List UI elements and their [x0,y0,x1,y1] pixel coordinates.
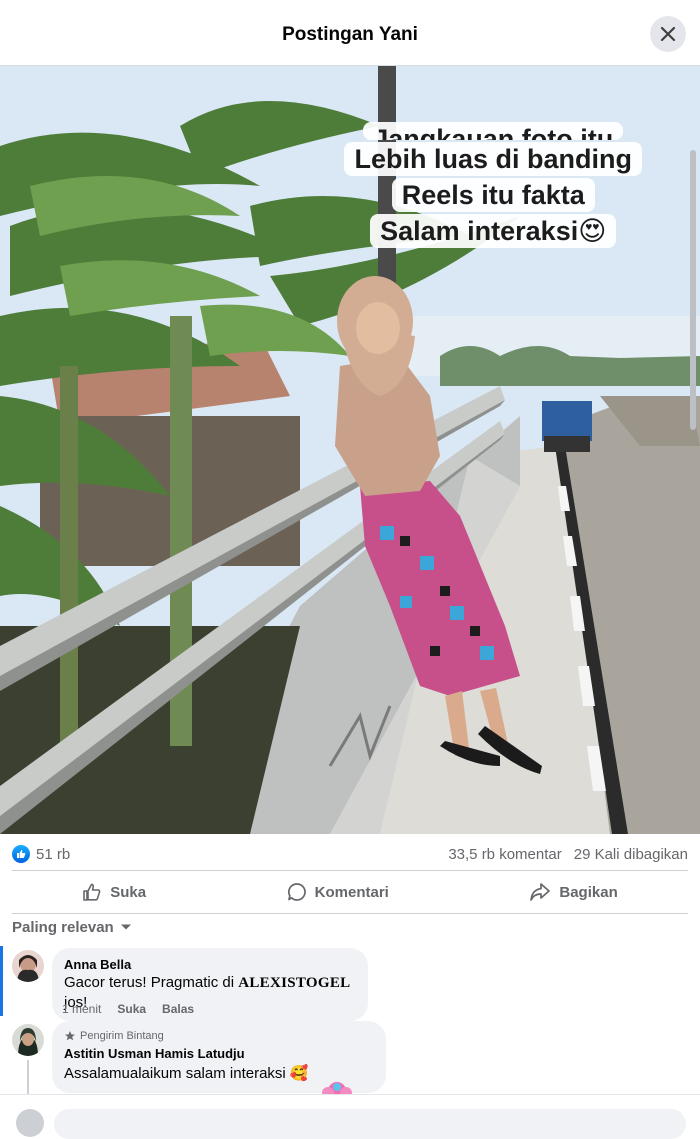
comment-icon [287,883,306,901]
sort-label: Paling relevan [12,918,114,936]
caption-line: Lebih luas di banding [344,142,642,176]
caption-line: Salam interaksi😍 [370,214,617,248]
photo-caption-overlay: Jangkauan foto itu Lebih luas di banding… [344,122,642,248]
close-button[interactable] [650,16,686,52]
post-stats: 51 rb 33,5 rb komentar 29 Kali dibagikan [12,836,688,872]
modal-header: Postingan Yani [0,4,700,66]
comment-time[interactable]: 1 menit [62,1002,101,1016]
close-icon [660,26,676,42]
avatar[interactable] [12,950,44,982]
like-reaction-icon [12,845,30,863]
comment-sort-dropdown[interactable]: Paling relevan [12,916,132,938]
comment-highlight-bar [0,946,3,1016]
badge-label: Pengirim Bintang [80,1030,164,1042]
comment-label: Komentari [314,883,389,901]
comment-bubble: Pengirim Bintang Astitin Usman Hamis Lat… [52,1021,386,1095]
comment-author[interactable]: Anna Bella [64,956,356,973]
post-photo[interactable]: Jangkauan foto itu Lebih luas di banding… [0,66,700,834]
comment-author[interactable]: Astitin Usman Hamis Latudju [64,1045,374,1062]
comment-button[interactable]: Komentari [247,876,429,908]
like-label: Suka [110,883,147,901]
scrollbar[interactable] [690,150,696,430]
caret-down-icon [120,924,131,930]
likes-count: 51 rb [36,845,71,863]
share-icon [530,883,551,901]
top-fan-badge: Pengirim Bintang [64,1029,374,1043]
comment-meta: 1 menit Suka Balas [62,1002,194,1016]
comment-reply-button[interactable]: Balas [162,1002,194,1016]
avatar[interactable] [12,1024,44,1056]
caption-line: Reels itu fakta [391,178,595,212]
shares-count[interactable]: 29 Kali dibagikan [574,846,688,863]
reactions-summary[interactable]: 51 rb [12,845,70,863]
post-actions-bar: Suka Komentari Bagikan [12,870,688,914]
share-label: Bagikan [559,883,618,901]
star-badge-icon [65,1031,75,1041]
caption-line-partial: Jangkauan foto itu [363,122,624,140]
comment-input[interactable] [54,1109,686,1139]
comment-composer-strip[interactable] [0,1094,700,1139]
like-button[interactable]: Suka [42,876,186,908]
post-modal: Postingan Yani Jangkauan foto itu Lebih … [0,0,700,1139]
flower-sticker-icon [322,1082,352,1095]
page-title: Postingan Yani [282,23,418,45]
thread-line [27,1060,29,1094]
avatar [16,1109,44,1137]
thumbs-up-icon [83,883,101,901]
comment-brand-text: ALEXISTOGEL [238,975,351,991]
comments-count[interactable]: 33,5 rb komentar [448,846,561,863]
comment-like-button[interactable]: Suka [117,1002,146,1016]
share-button[interactable]: Bagikan [489,876,657,908]
